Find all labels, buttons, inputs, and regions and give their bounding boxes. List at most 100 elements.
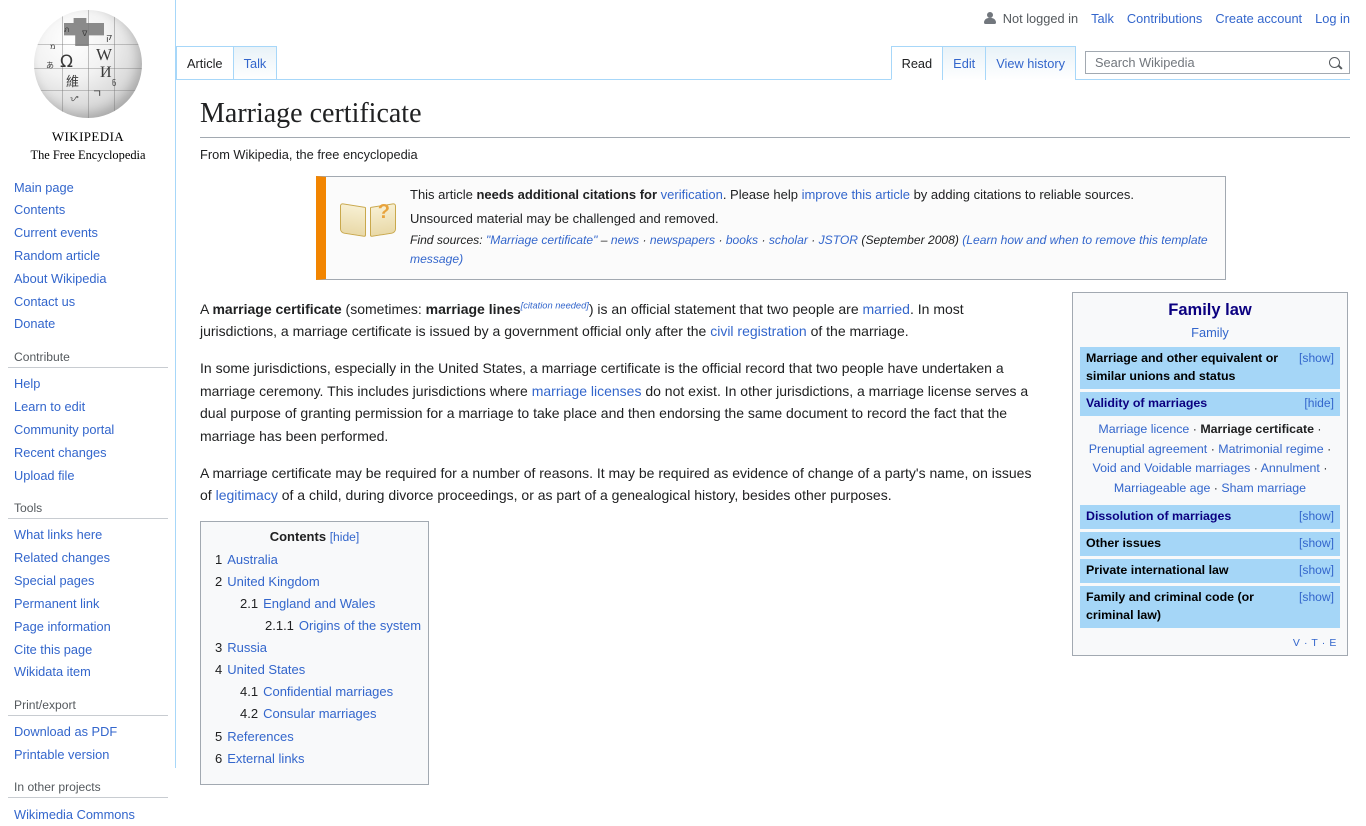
infobox-group-header[interactable]: Validity of marriages [hide] xyxy=(1080,391,1340,416)
sidebar-item-upload-file[interactable]: Upload file xyxy=(8,464,176,487)
sidebar-item-label[interactable]: Contact us xyxy=(14,294,75,309)
infobox-group-header[interactable]: Private international law [show] xyxy=(1080,559,1340,584)
infobox-item-sham-marriage[interactable]: Sham marriage xyxy=(1221,481,1306,495)
sidebar-item-label[interactable]: Community portal xyxy=(14,422,114,437)
find-sources-link-news[interactable]: news xyxy=(611,233,639,247)
infobox-group-header[interactable]: Other issues [show] xyxy=(1080,532,1340,557)
sidebar-item-label[interactable]: Page information xyxy=(14,619,111,634)
tab-read[interactable]: Read xyxy=(890,46,944,80)
sidebar-item-community-portal[interactable]: Community portal xyxy=(8,418,176,441)
sidebar-item-printable-version[interactable]: Printable version xyxy=(8,744,176,767)
sidebar-item-label[interactable]: Current events xyxy=(14,225,98,240)
sidebar-item-about-wikipedia[interactable]: About Wikipedia xyxy=(8,267,176,290)
search-icon[interactable] xyxy=(1321,56,1349,69)
ambox-link-verification[interactable]: verification xyxy=(661,187,723,202)
toc-entry-label[interactable]: Confidential marriages xyxy=(263,684,393,699)
toc-entry-external-links[interactable]: 6 External links xyxy=(215,750,414,768)
tab-talk[interactable]: Talk xyxy=(232,46,278,80)
sidebar-item-cite-this-page[interactable]: Cite this page xyxy=(8,638,176,661)
sidebar-item-label[interactable]: Download as PDF xyxy=(14,724,117,739)
sidebar-item-label[interactable]: Printable version xyxy=(14,747,109,762)
infobox-item-prenuptial-agreement[interactable]: Prenuptial agreement xyxy=(1089,442,1207,456)
infobox-item-marriageable-age[interactable]: Marriageable age xyxy=(1114,481,1210,495)
infobox-item-matrimonial-regime[interactable]: Matrimonial regime xyxy=(1218,442,1323,456)
toc-entry-label[interactable]: United States xyxy=(227,662,305,677)
link-married[interactable]: married xyxy=(863,301,910,317)
toc-toggle-link[interactable]: [hide] xyxy=(330,530,360,544)
toc-entry-australia[interactable]: 1 Australia xyxy=(215,551,414,569)
toc-entry-label[interactable]: References xyxy=(227,729,293,744)
infobox-group-header[interactable]: Family and criminal code (or criminal la… xyxy=(1080,586,1340,629)
infobox-group-toggle[interactable]: [show] xyxy=(1293,589,1334,607)
toc-entry-origins-of-the-system[interactable]: 2.1.1 Origins of the system xyxy=(215,617,421,635)
toc-entry-label[interactable]: Australia xyxy=(227,552,278,567)
toc-entry-label[interactable]: Consular marriages xyxy=(263,706,376,721)
sidebar-item-label[interactable]: Special pages xyxy=(14,573,94,588)
sidebar-item-main-page[interactable]: Main page xyxy=(8,176,176,199)
sidebar-item-label[interactable]: Upload file xyxy=(14,468,74,483)
toc-entry-label[interactable]: Origins of the system xyxy=(299,618,421,633)
infobox-subtitle-link[interactable]: Family xyxy=(1191,325,1229,340)
infobox-group-toggle[interactable]: [show] xyxy=(1293,535,1334,553)
tab-article[interactable]: Article xyxy=(176,46,234,80)
sidebar-item-recent-changes[interactable]: Recent changes xyxy=(8,441,176,464)
sidebar-item-page-information[interactable]: Page information xyxy=(8,615,176,638)
sidebar-item-wikimedia-commons[interactable]: Wikimedia Commons xyxy=(8,803,176,826)
infobox-group-header[interactable]: Dissolution of marriages [show] xyxy=(1080,505,1340,530)
toc-entry-label[interactable]: England and Wales xyxy=(263,596,375,611)
sidebar-item-contents[interactable]: Contents xyxy=(8,199,176,222)
sidebar-item-contact-us[interactable]: Contact us xyxy=(8,290,176,313)
find-sources-link-newspapers[interactable]: newspapers xyxy=(650,233,715,247)
wikipedia-logo[interactable]: W Ω И 維 מ ᐁ ק ㄱ ᜌ あ ภ ნ Wikipedia The Fr… xyxy=(8,4,168,164)
sidebar-item-learn-to-edit[interactable]: Learn to edit xyxy=(8,396,176,419)
toc-entry-label[interactable]: United Kingdom xyxy=(227,574,320,589)
ambox-link-improve-article[interactable]: improve this article xyxy=(802,187,910,202)
toc-entry-references[interactable]: 5 References xyxy=(215,728,414,746)
tab-view-history[interactable]: View history xyxy=(985,46,1076,80)
tab-edit[interactable]: Edit xyxy=(942,46,987,80)
toc-entry-england-and-wales[interactable]: 2.1 England and Wales xyxy=(215,595,414,613)
infobox-group-toggle[interactable]: [show] xyxy=(1293,350,1334,368)
sidebar-item-label[interactable]: Help xyxy=(14,376,40,391)
sidebar-item-label[interactable]: Donate xyxy=(14,316,55,331)
sidebar-item-permanent-link[interactable]: Permanent link xyxy=(8,592,176,615)
search-box[interactable] xyxy=(1085,51,1350,74)
sidebar-item-help[interactable]: Help xyxy=(8,373,176,396)
citation-needed-link[interactable]: [citation needed] xyxy=(521,300,589,310)
sidebar-item-wikidata-item[interactable]: Wikidata item xyxy=(8,661,176,684)
find-sources-link-scholar[interactable]: scholar xyxy=(769,233,808,247)
sidebar-item-label[interactable]: Contents xyxy=(14,202,65,217)
find-sources-link-books[interactable]: books xyxy=(726,233,758,247)
sidebar-item-label[interactable]: Random article xyxy=(14,248,100,263)
sidebar-item-label[interactable]: Wikimedia Commons xyxy=(14,807,135,822)
toc-entry-united-kingdom[interactable]: 2 United Kingdom xyxy=(215,573,414,591)
sidebar-item-label[interactable]: Related changes xyxy=(14,550,110,565)
infobox-group-label[interactable]: Validity of marriages xyxy=(1086,395,1207,413)
sidebar-item-label[interactable]: Learn to edit xyxy=(14,399,85,414)
sidebar-item-label[interactable]: Cite this page xyxy=(14,642,92,657)
infobox-vte[interactable]: V · T · E xyxy=(1073,631,1347,653)
link-civil-registration[interactable]: civil registration xyxy=(710,323,806,339)
sidebar-item-label[interactable]: What links here xyxy=(14,527,102,542)
sidebar-item-label[interactable]: Recent changes xyxy=(14,445,106,460)
toc-entry-label[interactable]: External links xyxy=(227,751,304,766)
toc-entry-consular-marriages[interactable]: 4.2 Consular marriages xyxy=(215,705,414,723)
sidebar-item-current-events[interactable]: Current events xyxy=(8,222,176,245)
sidebar-item-download-as-pdf[interactable]: Download as PDF xyxy=(8,721,176,744)
infobox-group-toggle[interactable]: [show] xyxy=(1293,508,1334,526)
toc-entry-united-states[interactable]: 4 United States xyxy=(215,661,414,679)
search-input[interactable] xyxy=(1093,54,1321,71)
infobox-group-header[interactable]: Marriage and other equivalent or similar… xyxy=(1080,347,1340,389)
sidebar-item-random-article[interactable]: Random article xyxy=(8,244,176,267)
link-legitimacy[interactable]: legitimacy xyxy=(216,487,278,503)
sidebar-item-label[interactable]: Main page xyxy=(14,180,74,195)
infobox-item-annulment[interactable]: Annulment xyxy=(1261,461,1320,475)
infobox-group-label[interactable]: Dissolution of marriages xyxy=(1086,508,1231,526)
find-sources-query[interactable]: "Marriage certificate" xyxy=(486,233,597,247)
sidebar-item-special-pages[interactable]: Special pages xyxy=(8,570,176,593)
find-sources-link-jstor[interactable]: JSTOR xyxy=(819,233,858,247)
infobox-group-toggle[interactable]: [hide] xyxy=(1298,395,1334,413)
infobox-item-marriage-licence[interactable]: Marriage licence xyxy=(1098,422,1189,436)
sidebar-item-label[interactable]: Permanent link xyxy=(14,596,99,611)
infobox-group-toggle[interactable]: [show] xyxy=(1293,562,1334,580)
